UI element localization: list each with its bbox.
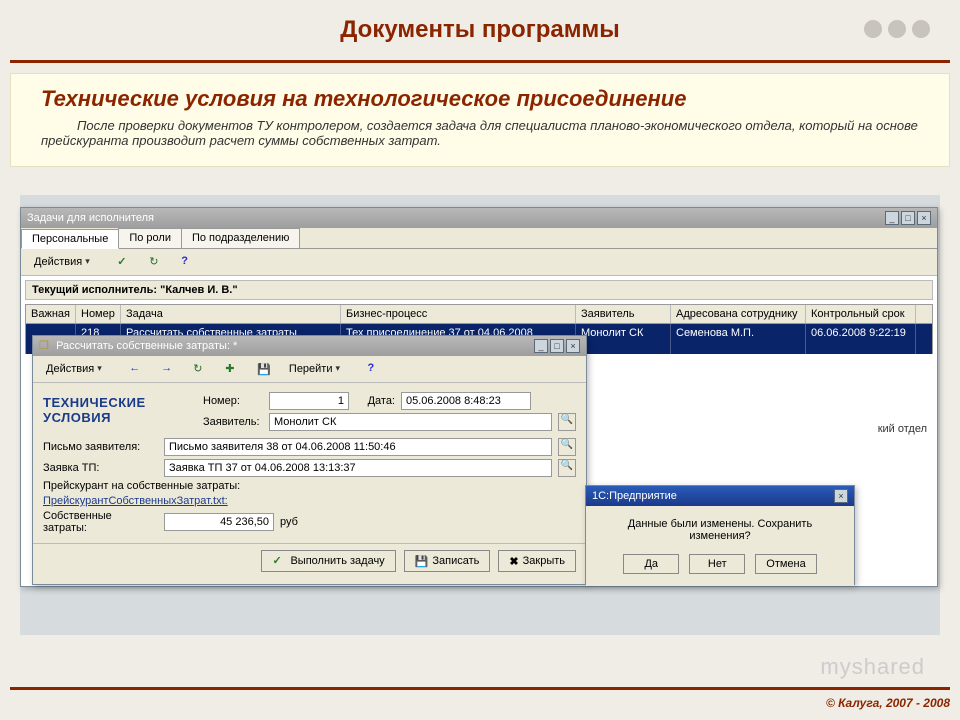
- header-rule: [10, 60, 950, 63]
- back-icon[interactable]: [122, 359, 150, 379]
- grid-header: Важная Номер Задача Бизнес-процесс Заяви…: [25, 304, 933, 324]
- col-process[interactable]: Бизнес-процесс: [341, 305, 576, 323]
- dialog-cancel-button[interactable]: Отмена: [755, 554, 816, 574]
- lbl-date: Дата:: [355, 395, 395, 407]
- calc-form: ТЕХНИЧЕСКИЕ УСЛОВИЯ Номер: Дата: Заявите…: [33, 383, 586, 543]
- tab-by-role[interactable]: По роли: [118, 228, 182, 248]
- execute-task-button[interactable]: Выполнить задачу: [261, 550, 395, 572]
- tasks-window-title: Задачи для исполнителя: [27, 212, 154, 224]
- requester-lookup-button[interactable]: 🔍: [558, 413, 576, 431]
- cell-addressed: Семенова М.П.: [671, 324, 806, 354]
- tasks-tabs: Персональные По роли По подразделению: [21, 228, 937, 249]
- slide-title: Документы программы: [340, 16, 619, 44]
- toolbar-refresh-icon[interactable]: [142, 252, 170, 272]
- decorative-dots: [864, 20, 930, 38]
- lbl-costs: Собственные затраты:: [43, 510, 158, 534]
- calc-actions-menu[interactable]: Действия: [39, 359, 118, 379]
- costs-field[interactable]: [164, 513, 274, 531]
- tab-personal[interactable]: Персональные: [21, 229, 119, 249]
- request-field[interactable]: [164, 459, 552, 477]
- forward-icon[interactable]: [154, 359, 182, 379]
- dialog-body: Данные были изменены. Сохранить изменени…: [586, 506, 854, 586]
- letter-lookup-button[interactable]: 🔍: [558, 438, 576, 456]
- lbl-letter: Письмо заявителя:: [43, 441, 158, 453]
- confirm-dialog: 1С:Предприятие × Данные были изменены. С…: [585, 485, 855, 585]
- calc-footer: Выполнить задачу 💾Записать ✖ Закрыть: [33, 543, 586, 578]
- executor-bar: Текущий исполнитель: "Калчев И. В.": [25, 280, 933, 300]
- tasks-titlebar[interactable]: Задачи для исполнителя _ □ ×: [21, 208, 937, 228]
- app-area: Задачи для исполнителя _ □ × Персональны…: [20, 195, 940, 635]
- toolbar-help-icon[interactable]: [174, 252, 202, 272]
- lbl-pricelist: Прейскурант на собственные затраты:: [43, 480, 240, 492]
- dialog-no-button[interactable]: Нет: [689, 554, 745, 574]
- copyright: © Калуга, 2007 - 2008: [826, 696, 950, 710]
- slide-header: Документы программы: [0, 0, 960, 60]
- pricelist-link[interactable]: ПрейскурантСобственныхЗатрат.txt:: [43, 495, 228, 507]
- close-form-button[interactable]: ✖ Закрыть: [498, 550, 576, 572]
- tab-by-department[interactable]: По подразделению: [181, 228, 300, 248]
- minimize-button[interactable]: _: [885, 211, 899, 225]
- col-task[interactable]: Задача: [121, 305, 341, 323]
- watermark: myshared: [820, 654, 925, 680]
- doc-icon: [39, 339, 53, 353]
- number-field[interactable]: [269, 392, 349, 410]
- goto-menu[interactable]: Перейти: [282, 359, 357, 379]
- calc-titlebar[interactable]: Рассчитать собственные затраты: * _ □ ×: [33, 336, 586, 356]
- col-addressed[interactable]: Адресована сотруднику: [671, 305, 806, 323]
- calc-window-title: Рассчитать собственные затраты: *: [56, 340, 237, 352]
- cell-deadline: 06.06.2008 9:22:19: [806, 324, 916, 354]
- dialog-close-button[interactable]: ×: [834, 489, 848, 503]
- dialog-message: Данные были изменены. Сохранить изменени…: [596, 518, 844, 542]
- form-title: ТЕХНИЧЕСКИЕ УСЛОВИЯ: [43, 389, 203, 435]
- save-button[interactable]: 💾Записать: [404, 550, 491, 572]
- chevron-down-icon: [85, 255, 99, 269]
- letter-field[interactable]: [164, 438, 552, 456]
- calc-help-icon[interactable]: [361, 359, 389, 379]
- date-field[interactable]: [401, 392, 531, 410]
- toolbar-check-icon[interactable]: [110, 252, 138, 272]
- dialog-titlebar[interactable]: 1С:Предприятие ×: [586, 486, 854, 506]
- maximize-button[interactable]: □: [901, 211, 915, 225]
- request-lookup-button[interactable]: 🔍: [558, 459, 576, 477]
- col-requester[interactable]: Заявитель: [576, 305, 671, 323]
- dialog-title: 1С:Предприятие: [592, 490, 677, 502]
- sub-maximize-button[interactable]: □: [550, 339, 564, 353]
- col-important[interactable]: Важная: [26, 305, 76, 323]
- sub-close-button[interactable]: ×: [566, 339, 580, 353]
- lbl-number: Номер:: [203, 395, 263, 407]
- partial-text: кий отдел: [878, 423, 927, 435]
- section-box: Технические условия на технологическое п…: [10, 73, 950, 167]
- tasks-toolbar: Действия: [21, 249, 937, 276]
- slide-footer: © Калуга, 2007 - 2008: [10, 687, 950, 710]
- cell-requester: Монолит СК: [576, 324, 671, 354]
- col-deadline[interactable]: Контрольный срок: [806, 305, 916, 323]
- sub-minimize-button[interactable]: _: [534, 339, 548, 353]
- actions-menu[interactable]: Действия: [27, 252, 106, 272]
- save-icon[interactable]: 💾: [250, 360, 278, 379]
- requester-field[interactable]: [269, 413, 552, 431]
- calculate-costs-window: Рассчитать собственные затраты: * _ □ × …: [32, 335, 587, 585]
- calc-toolbar: Действия 💾 Перейти: [33, 356, 586, 383]
- currency-label: руб: [280, 516, 298, 528]
- refresh-icon[interactable]: [186, 359, 214, 379]
- dialog-yes-button[interactable]: Да: [623, 554, 679, 574]
- section-title: Технические условия на технологическое п…: [41, 86, 919, 112]
- new-icon[interactable]: [218, 359, 246, 379]
- section-description: После проверки документов ТУ контролером…: [41, 118, 919, 148]
- col-number[interactable]: Номер: [76, 305, 121, 323]
- lbl-requester: Заявитель:: [203, 416, 263, 428]
- close-button[interactable]: ×: [917, 211, 931, 225]
- lbl-request: Заявка ТП:: [43, 462, 158, 474]
